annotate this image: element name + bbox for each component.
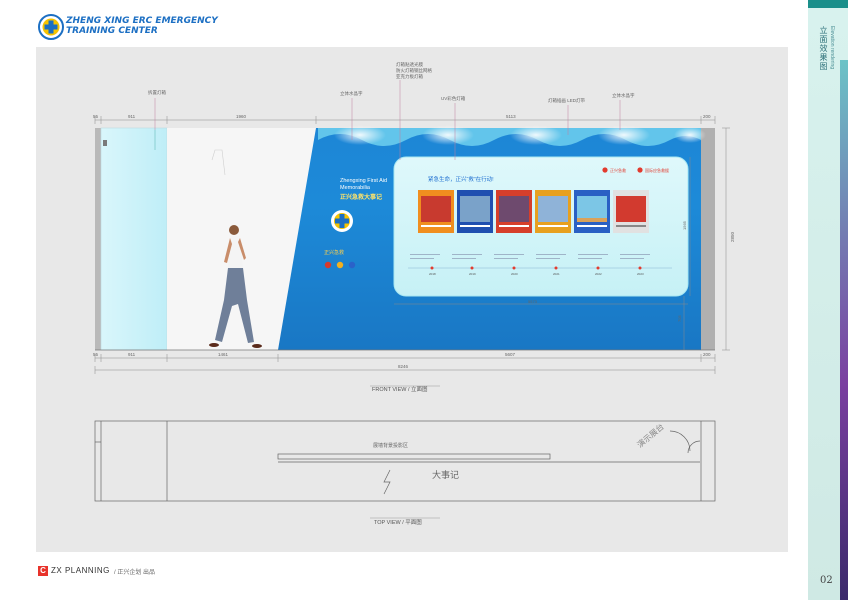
svg-text:200: 200 [703,114,711,119]
svg-text:2018: 2018 [429,272,436,276]
dimension-top [94,116,716,124]
left-column [95,128,101,350]
svg-text:55: 55 [93,114,99,119]
svg-text:1960: 1960 [236,114,247,119]
drawing-canvas: Zhengxing First Aid Memorabilia 正兴急救大事记 … [93,61,735,526]
glass-partition [100,127,168,351]
svg-text:200: 200 [703,352,711,357]
svg-text:国际应急救援: 国际应急救援 [645,167,669,173]
right-column [701,128,715,350]
svg-text:5607: 5607 [505,352,516,357]
svg-text:8246: 8246 [398,364,409,369]
photo-card [613,190,649,233]
svg-text:2021: 2021 [553,272,560,276]
svg-text:1461: 1461 [218,352,229,357]
photo-card [418,190,454,233]
photo-card [457,190,493,233]
callout-label: 拆置灯箱 [148,89,166,96]
callout-label: 灯箱插画 LED灯带 [548,97,586,104]
callout-label: 立体水晶字 [340,90,363,97]
top-view-area-label: 展墙背景投影区 [373,442,408,449]
svg-text:2023: 2023 [637,272,644,276]
svg-text:2850: 2850 [730,231,735,242]
svg-text:2022: 2022 [595,272,602,276]
wall-title-en-1: Zhengxing First Aid [340,178,387,184]
callout-label: 立体水晶字 [612,92,635,99]
svg-text:55: 55 [93,352,99,357]
callout-label: UV彩色灯箱 [441,95,466,102]
svg-text:5573: 5573 [528,299,538,304]
footer-subtitle: / 正兴企划 出品 [114,570,156,576]
svg-text:911: 911 [128,114,136,119]
photo-card [574,190,610,233]
front-view-label: FRONT VIEW / 立面图 [372,385,428,393]
svg-text:1565: 1565 [682,220,687,230]
top-view-corner-label: 演示展台 [635,421,666,449]
wall-title-en-2: Memorabilia [340,185,371,191]
wall-title-cn: 正兴急救大事记 [340,193,382,201]
door-handle [103,140,107,146]
wall-cross-logo-icon [331,210,353,232]
photo-card [535,190,571,233]
top-view-center-label: 大事记 [432,469,459,480]
svg-text:正兴急救: 正兴急救 [610,167,626,173]
wall-badge-icons [324,261,356,269]
svg-text:2020: 2020 [511,272,518,276]
svg-text:5113: 5113 [506,114,516,119]
zx-logo-icon: C [38,566,48,576]
board-heading: 紧急生命，正兴“救”在行动! [428,175,494,183]
svg-text:911: 911 [128,352,136,357]
photo-card [496,190,532,233]
svg-text:2019: 2019 [469,272,476,276]
wall-brand-marks: 正兴急救 [324,249,344,256]
top-view-plan [94,420,716,502]
footer-brand: ZX PLANNING [51,566,110,575]
callout-label: 灯箱贴透光膜 防火灯箱钢丝网格 亚克力板灯箱 [396,61,433,80]
top-view-label: TOP VIEW / 平面图 [374,518,422,526]
svg-text:705: 705 [677,315,682,322]
